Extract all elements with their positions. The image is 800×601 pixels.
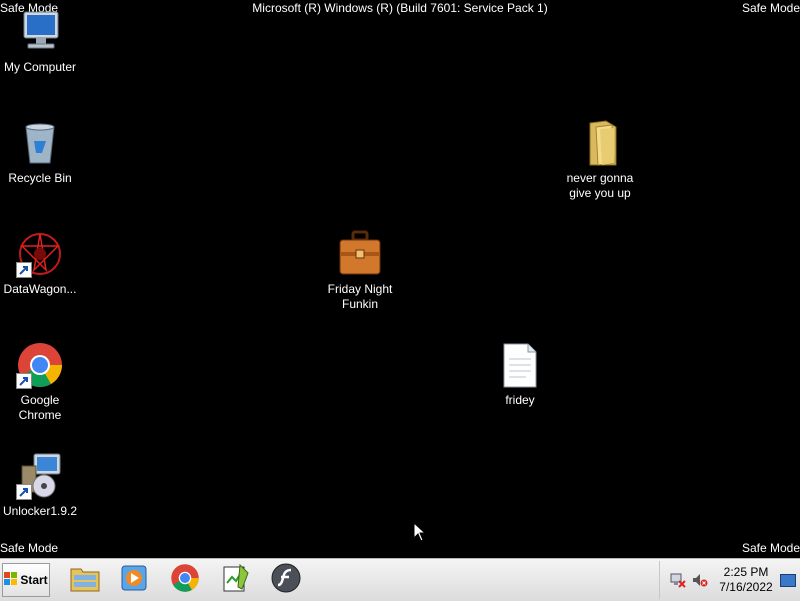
desktop-icon-label: never gonna give you up <box>566 171 634 200</box>
shortcut-arrow-icon <box>16 373 32 389</box>
taskbar-flash[interactable] <box>268 563 304 597</box>
briefcase-icon <box>336 230 384 278</box>
start-button[interactable]: Start <box>2 563 50 597</box>
notepadpp-icon <box>220 563 250 598</box>
chrome-icon <box>170 563 200 598</box>
network-disconnected-icon[interactable] <box>670 572 686 593</box>
mouse-cursor-icon <box>413 521 427 547</box>
desktop-icon-recycle-bin[interactable]: Recycle Bin <box>0 119 80 186</box>
desktop-icon-unlocker[interactable]: Unlocker1.9.2 <box>0 452 80 519</box>
taskbar: Start 2:25 PM 7/16/2022 <box>0 558 800 601</box>
volume-muted-icon[interactable] <box>692 572 708 593</box>
folder-icon <box>576 119 624 167</box>
unlocker-icon <box>16 452 64 500</box>
desktop-icon-datawagon[interactable]: DataWagon... <box>0 230 80 297</box>
media-player-icon <box>119 563 149 598</box>
datawagon-icon <box>16 230 64 278</box>
desktop-icon-label: Recycle Bin <box>8 171 72 185</box>
desktop-icon-label: Friday Night Funkin <box>327 282 393 311</box>
computer-icon <box>16 8 64 56</box>
taskbar-notepadpp[interactable] <box>217 563 253 597</box>
text-file-icon <box>496 341 544 389</box>
desktop-icon-label: fridey <box>505 393 535 407</box>
build-info-label: Microsoft (R) Windows (R) (Build 7601: S… <box>252 1 548 15</box>
safe-mode-label-top-right: Safe Mode <box>741 1 800 15</box>
show-desktop-button[interactable] <box>780 574 796 587</box>
desktop-icon-folder-never-gonna[interactable]: never gonna give you up <box>560 119 640 201</box>
chrome-icon <box>16 341 64 389</box>
clock[interactable]: 2:25 PM 7/16/2022 <box>714 565 778 595</box>
desktop-icon-label: Google Chrome <box>18 393 62 422</box>
windows-logo-icon <box>4 571 18 589</box>
taskbar-media-player[interactable] <box>116 563 152 597</box>
shortcut-arrow-icon <box>16 262 32 278</box>
file-explorer-icon <box>69 563 101 598</box>
recycle-bin-icon <box>16 119 64 167</box>
safe-mode-label-bottom-right: Safe Mode <box>741 541 800 555</box>
shortcut-arrow-icon <box>16 484 32 500</box>
desktop-icon-google-chrome[interactable]: Google Chrome <box>0 341 80 423</box>
safe-mode-label-bottom-left: Safe Mode <box>0 541 59 555</box>
clock-time: 2:25 PM <box>723 565 769 579</box>
desktop-icon-fridey[interactable]: fridey <box>480 341 560 408</box>
system-tray: 2:25 PM 7/16/2022 <box>659 561 800 599</box>
taskbar-chrome[interactable] <box>167 563 203 597</box>
start-label: Start <box>20 573 48 587</box>
desktop-icon-label: Unlocker1.9.2 <box>2 504 78 518</box>
desktop-icon-my-computer[interactable]: My Computer <box>0 8 80 75</box>
taskbar-file-explorer[interactable] <box>67 563 103 597</box>
desktop-icon-label: My Computer <box>3 60 77 74</box>
flash-icon <box>270 562 302 599</box>
desktop-icon-label: DataWagon... <box>3 282 77 296</box>
desktop-icon-friday-night-funkin[interactable]: Friday Night Funkin <box>320 230 400 312</box>
clock-date: 7/16/2022 <box>719 580 773 594</box>
